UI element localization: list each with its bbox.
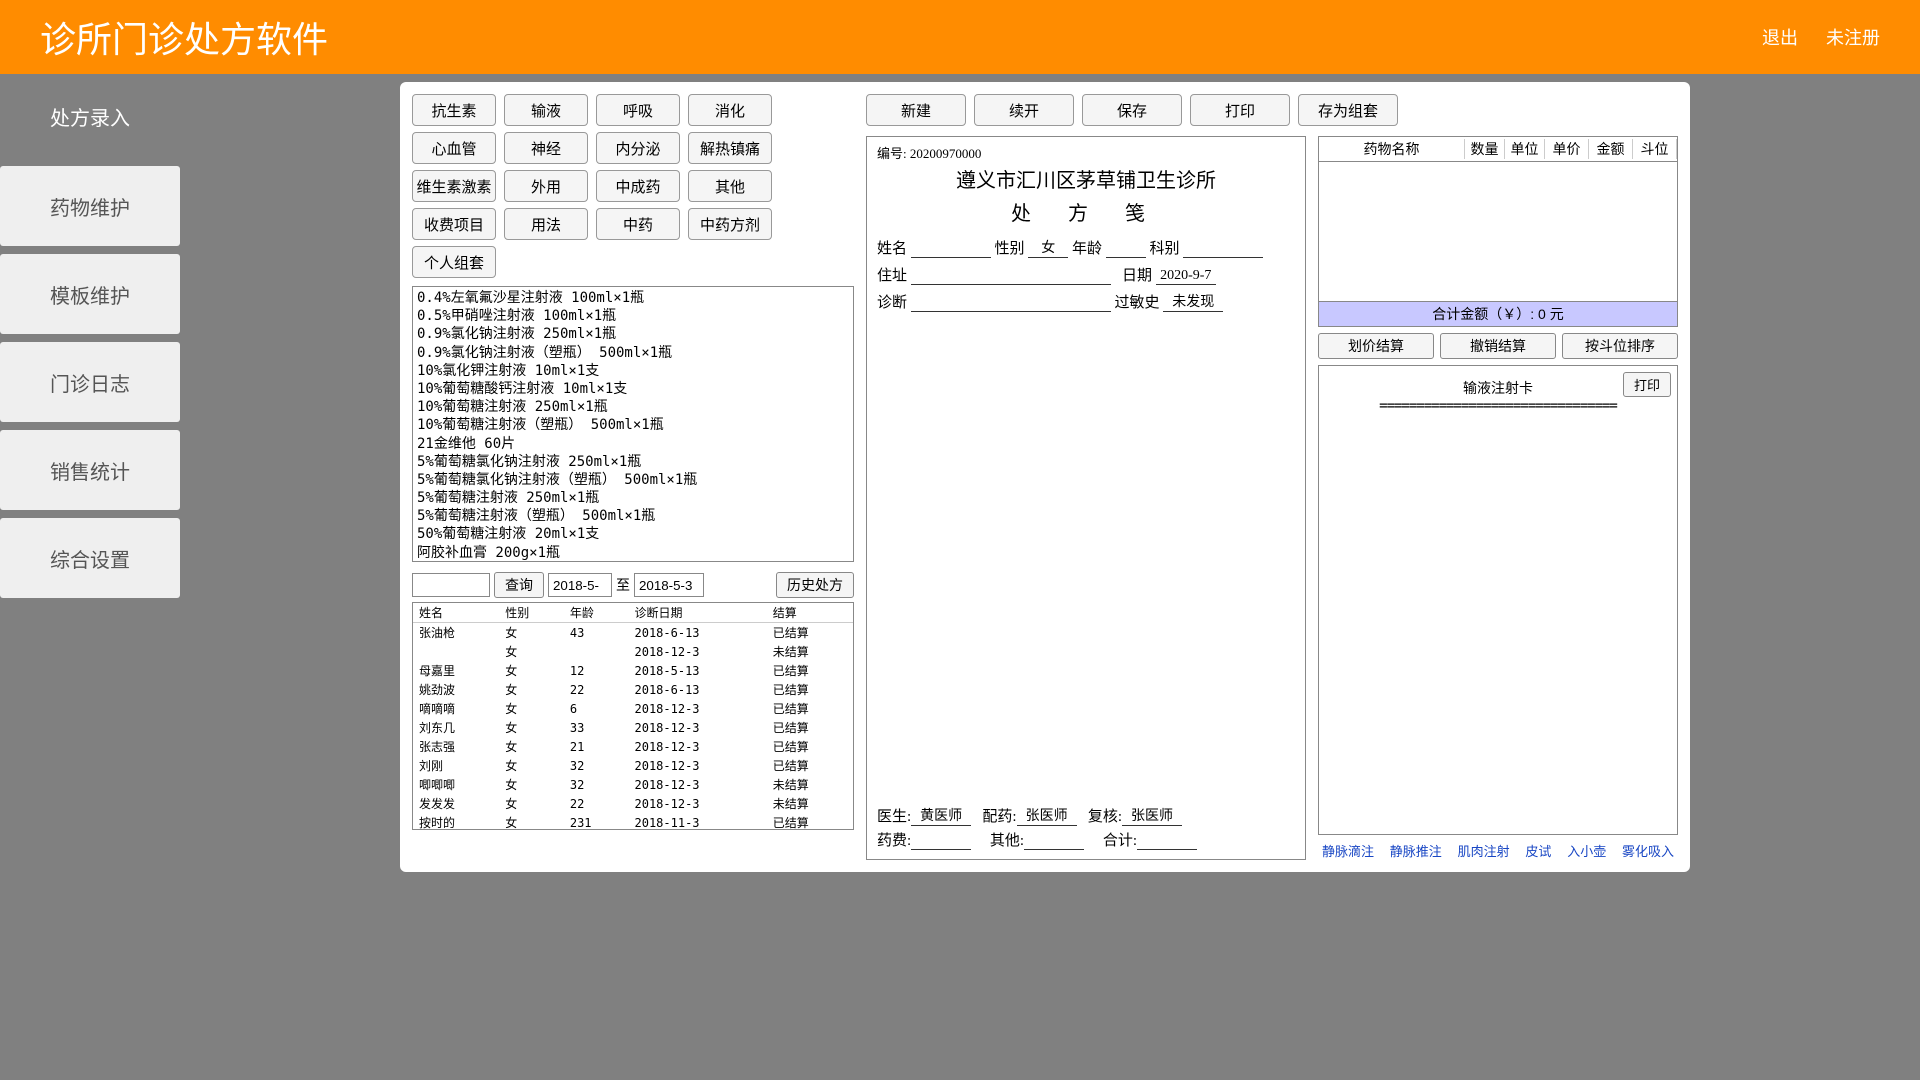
table-row[interactable]: 按时的女2312018-11-3已结算 (413, 813, 853, 830)
table-row[interactable]: 姚劲波女222018-6-13已结算 (413, 680, 853, 699)
action-button[interactable]: 存为组套 (1298, 94, 1398, 126)
table-row[interactable]: 刘刚女322018-12-3已结算 (413, 756, 853, 775)
sidebar: 处方录入 药物维护 模板维护 门诊日志 销售统计 综合设置 (0, 74, 180, 1080)
category-button[interactable]: 内分泌 (596, 132, 680, 164)
drug-item[interactable]: 0.9%氯化钠注射液（塑瓶） 500ml×1瓶 (417, 344, 849, 362)
category-button[interactable]: 消化 (688, 94, 772, 126)
drug-item[interactable]: 0.9%氯化钠注射液 250ml×1瓶 (417, 325, 849, 343)
category-button[interactable]: 外用 (504, 170, 588, 202)
action-button[interactable]: 打印 (1190, 94, 1290, 126)
date-to-input[interactable] (634, 573, 704, 597)
tab-template[interactable]: 模板维护 (0, 254, 180, 334)
tab-rx-entry[interactable]: 处方录入 (0, 74, 180, 158)
query-button[interactable]: 查询 (494, 572, 544, 598)
search-input[interactable] (412, 573, 490, 597)
date-to-label: 至 (616, 575, 630, 595)
drug-item[interactable]: 10%葡萄糖注射液 250ml×1瓶 (417, 398, 849, 416)
action-button[interactable]: 新建 (866, 94, 966, 126)
category-button[interactable]: 中药 (596, 208, 680, 240)
drug-item[interactable]: 5%葡萄糖注射液（塑瓶） 500ml×1瓶 (417, 507, 849, 525)
calc-button[interactable]: 划价结算 (1318, 333, 1434, 359)
drug-item[interactable]: 10%葡萄糖注射液（塑瓶） 500ml×1瓶 (417, 416, 849, 434)
category-button[interactable]: 其他 (688, 170, 772, 202)
tab-visit-log[interactable]: 门诊日志 (0, 342, 180, 422)
action-button[interactable]: 续开 (974, 94, 1074, 126)
action-button[interactable]: 保存 (1082, 94, 1182, 126)
rx-grid-header: 药物名称数量单位单价金额斗位 (1318, 136, 1678, 162)
drug-item[interactable]: 0.5%甲硝唑注射液 100ml×1瓶 (417, 307, 849, 325)
category-button[interactable]: 维生素激素 (412, 170, 496, 202)
category-button[interactable]: 用法 (504, 208, 588, 240)
clinic-name: 遵义市汇川区茅草铺卫生诊所 (877, 164, 1295, 193)
drug-item[interactable]: 5%葡萄糖注射液 250ml×1瓶 (417, 489, 849, 507)
drug-item[interactable]: 5%葡萄糖氯化钠注射液 250ml×1瓶 (417, 453, 849, 471)
total-amount: 合计金额（￥）: 0 元 (1318, 302, 1678, 327)
date-from-input[interactable] (548, 573, 612, 597)
drug-item[interactable]: 0.4%左氧氟沙星注射液 100ml×1瓶 (417, 289, 849, 307)
app-title: 诊所门诊处方软件 (40, 11, 328, 63)
table-row[interactable]: 张油枪女432018-6-13已结算 (413, 623, 853, 643)
table-row[interactable]: 刘东几女332018-12-3已结算 (413, 718, 853, 737)
prescription-form: 编号: 20200970000 遵义市汇川区茅草铺卫生诊所 处 方 笺 姓名 性… (866, 136, 1306, 860)
tab-settings[interactable]: 综合设置 (0, 518, 180, 598)
unregistered-link[interactable]: 未注册 (1826, 24, 1880, 50)
route-link[interactable]: 静脉推注 (1390, 841, 1442, 860)
tab-sales[interactable]: 销售统计 (0, 430, 180, 510)
table-row[interactable]: 张志强女212018-12-3已结算 (413, 737, 853, 756)
route-link[interactable]: 入小壶 (1567, 841, 1606, 860)
logout-link[interactable]: 退出 (1762, 24, 1798, 50)
table-row[interactable]: 女2018-12-3未结算 (413, 642, 853, 661)
route-link[interactable]: 皮试 (1525, 841, 1551, 860)
route-link[interactable]: 雾化吸入 (1622, 841, 1674, 860)
category-button[interactable]: 收费项目 (412, 208, 496, 240)
rx-number: 20200970000 (910, 146, 982, 161)
route-link[interactable]: 静脉滴注 (1322, 841, 1374, 860)
table-row[interactable]: 嘀嘀嘀女62018-12-3已结算 (413, 699, 853, 718)
table-row[interactable]: 母嘉里女122018-5-13已结算 (413, 661, 853, 680)
category-button[interactable]: 个人组套 (412, 246, 496, 278)
table-row[interactable]: 发发发女222018-12-3未结算 (413, 794, 853, 813)
drug-item[interactable]: 5%葡萄糖氯化钠注射液（塑瓶） 500ml×1瓶 (417, 471, 849, 489)
calc-button[interactable]: 撤销结算 (1440, 333, 1556, 359)
injection-card: 打印 输液注射卡 ===============================… (1318, 365, 1678, 835)
category-button[interactable]: 神经 (504, 132, 588, 164)
category-button[interactable]: 呼吸 (596, 94, 680, 126)
drug-item[interactable]: 10%氯化钾注射液 10ml×1支 (417, 362, 849, 380)
history-button[interactable]: 历史处方 (776, 572, 854, 598)
rx-subtitle: 处 方 笺 (877, 197, 1295, 226)
category-button[interactable]: 抗生素 (412, 94, 496, 126)
category-button[interactable]: 解热镇痛 (688, 132, 772, 164)
table-row[interactable]: 唧唧唧女322018-12-3未结算 (413, 775, 853, 794)
tab-drug-maint[interactable]: 药物维护 (0, 166, 180, 246)
drug-item[interactable]: 阿胶补血膏 200g×1瓶 (417, 544, 849, 562)
category-button[interactable]: 中药方剂 (688, 208, 772, 240)
category-button[interactable]: 输液 (504, 94, 588, 126)
route-link[interactable]: 肌肉注射 (1458, 841, 1510, 860)
drug-item[interactable]: 21金维他 60片 (417, 435, 849, 453)
rx-grid-body[interactable] (1318, 162, 1678, 302)
calc-button[interactable]: 按斗位排序 (1562, 333, 1678, 359)
drug-list[interactable]: 0.4%左氧氟沙星注射液 100ml×1瓶0.5%甲硝唑注射液 100ml×1瓶… (412, 286, 854, 562)
drug-item[interactable]: 10%葡萄糖酸钙注射液 10ml×1支 (417, 380, 849, 398)
category-button[interactable]: 中成药 (596, 170, 680, 202)
category-button[interactable]: 心血管 (412, 132, 496, 164)
print-card-button[interactable]: 打印 (1623, 372, 1671, 397)
drug-item[interactable]: 50%葡萄糖注射液 20ml×1支 (417, 525, 849, 543)
history-table[interactable]: 姓名性别年龄诊断日期结算张油枪女432018-6-13已结算女2018-12-3… (412, 602, 854, 830)
